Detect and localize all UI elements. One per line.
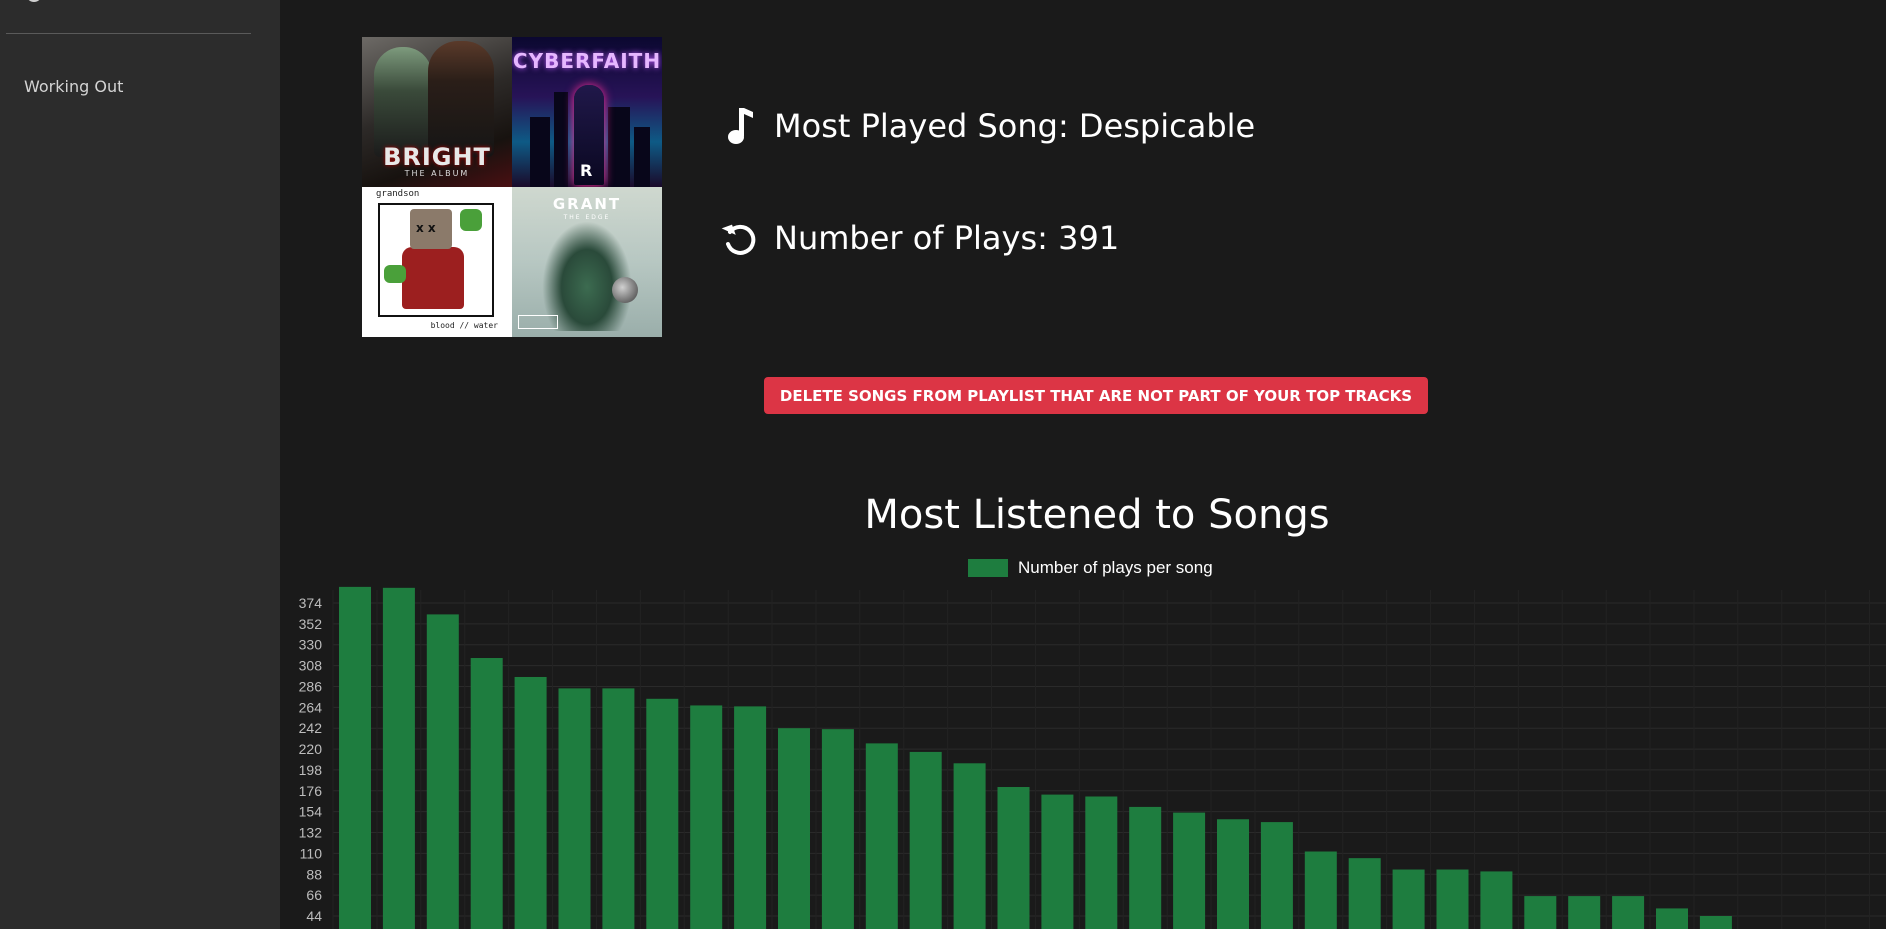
bar-song-2[interactable]	[382, 587, 415, 929]
bar-song-12[interactable]	[821, 729, 854, 929]
bar-song-5[interactable]	[514, 676, 547, 929]
bar-song-16[interactable]	[997, 787, 1030, 929]
y-tick-label: 110	[300, 845, 323, 861]
bar-song-13[interactable]	[865, 743, 898, 929]
y-tick-label: 374	[299, 595, 323, 611]
bar-song-6[interactable]	[558, 688, 591, 929]
bar-song-11[interactable]	[778, 728, 810, 929]
y-tick-label: 330	[299, 637, 323, 653]
bar-song-10[interactable]	[734, 706, 767, 929]
bar-song-14[interactable]	[909, 751, 942, 929]
y-tick-label: 352	[299, 616, 323, 632]
bar-song-3[interactable]	[426, 614, 459, 929]
bar-song-27[interactable]	[1480, 871, 1513, 929]
bar-song-32[interactable]	[1699, 916, 1732, 929]
y-tick-label: 286	[299, 678, 323, 694]
bar-song-20[interactable]	[1173, 812, 1206, 929]
bar-song-22[interactable]	[1260, 822, 1293, 929]
y-tick-label: 66	[306, 887, 322, 903]
bar-song-15[interactable]	[953, 763, 986, 929]
main-content: BRIGHT THE ALBUM CYBERFAITH R grandson x…	[280, 0, 1886, 929]
y-tick-label: 132	[299, 825, 323, 841]
bar-song-7[interactable]	[602, 688, 635, 929]
y-tick-label: 154	[299, 804, 323, 820]
bar-song-24[interactable]	[1348, 858, 1381, 929]
bar-song-31[interactable]	[1656, 908, 1688, 929]
bar-song-28[interactable]	[1524, 896, 1557, 929]
bar-song-26[interactable]	[1436, 869, 1469, 929]
bar-song-18[interactable]	[1085, 796, 1118, 929]
y-tick-label: 88	[306, 866, 322, 882]
bar-chart: 374 352 330 308 286 264 242 220 198 176 154 132 110 8…	[299, 586, 1886, 929]
y-tick-label: 264	[299, 699, 323, 715]
bar-song-25[interactable]	[1392, 869, 1425, 929]
y-tick-label: 198	[299, 762, 323, 778]
y-tick-label: 308	[299, 658, 323, 674]
bar-song-21[interactable]	[1217, 819, 1249, 929]
y-tick-label: 220	[299, 741, 323, 757]
y-tick-label: 176	[299, 783, 323, 799]
bar-song-8[interactable]	[646, 698, 679, 929]
bar-song-30[interactable]	[1612, 896, 1645, 929]
y-tick-label: 242	[299, 720, 323, 736]
bar-song-9[interactable]	[690, 705, 723, 929]
bar-song-17[interactable]	[1041, 794, 1074, 929]
bar-song-23[interactable]	[1304, 851, 1337, 929]
bar-song-1[interactable]	[339, 586, 371, 929]
bar-song-29[interactable]	[1568, 896, 1601, 929]
bar-song-4[interactable]	[470, 658, 503, 929]
y-tick-label: 44	[306, 908, 322, 924]
bar-song-19[interactable]	[1129, 806, 1162, 929]
